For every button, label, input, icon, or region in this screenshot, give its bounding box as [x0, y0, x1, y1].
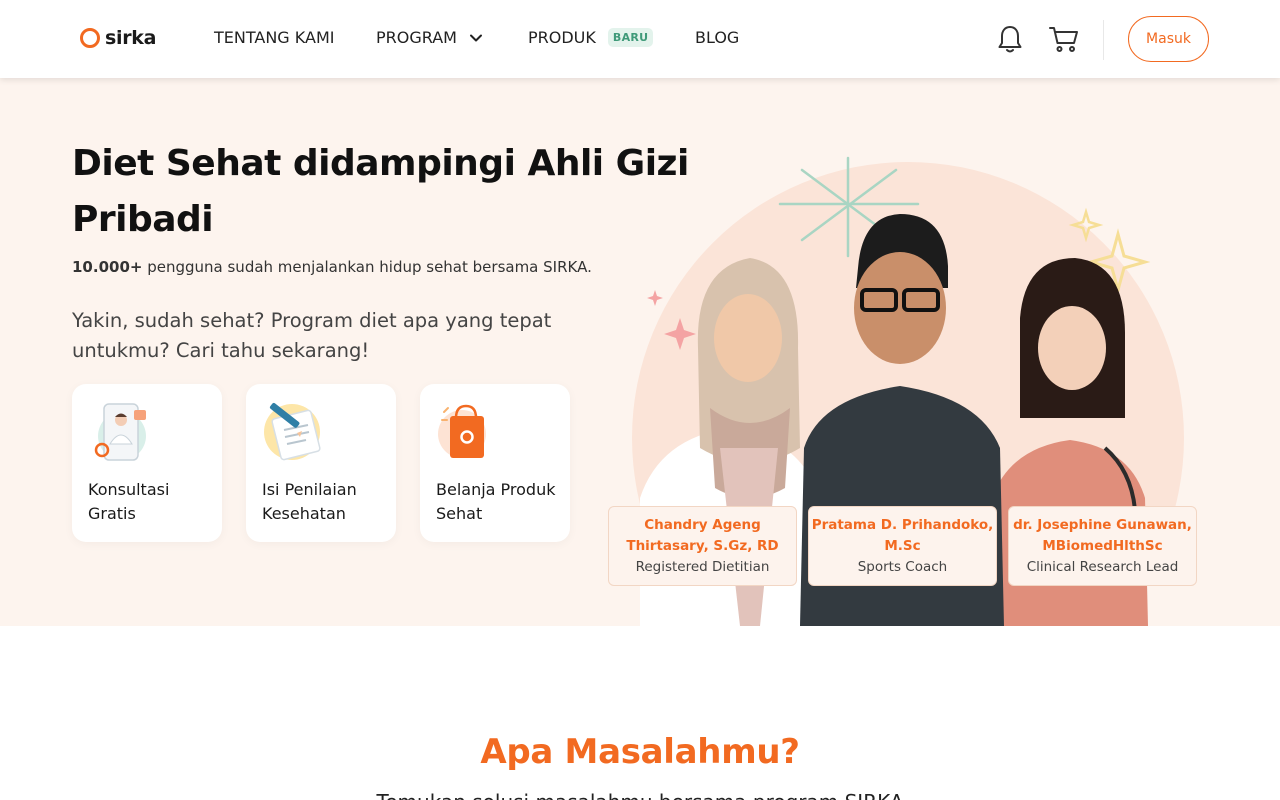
section-title: Apa Masalahmu?	[480, 732, 800, 772]
expert-role: Clinical Research Lead	[1026, 559, 1179, 575]
card-label: Belanja Produk Sehat	[436, 480, 556, 523]
nav-label: TENTANG KAMI	[214, 28, 335, 47]
expert-role: Sports Coach	[857, 559, 948, 575]
card-belanja-produk[interactable]: Belanja Produk Sehat	[420, 384, 570, 542]
card-label: Isi Penilaian Kesehatan	[262, 480, 357, 523]
expert-role: Registered Dietitian	[635, 559, 770, 575]
hero-section: Diet Sehat didampingi Ahli Gizi Pribadi …	[0, 78, 1280, 626]
hero-stat-text: pengguna sudah menjalankan hidup sehat b…	[142, 258, 592, 276]
cart-icon	[1049, 27, 1078, 52]
hero-stat: 10.000+ pengguna sudah menjalankan hidup…	[72, 258, 592, 276]
expert-card: Chandry Ageng Thirtasary, S.Gz, RD Regis…	[608, 506, 797, 586]
card-label: Konsultasi Gratis	[88, 480, 170, 523]
nav-label: PROGRAM	[376, 28, 457, 47]
site-header: sirka TENTANG KAMI PROGRAM PRODUK BARU B…	[0, 0, 1280, 78]
nav-blog[interactable]: BLOG	[695, 28, 739, 47]
chevron-down-icon	[469, 34, 482, 41]
nav-label: BLOG	[695, 28, 740, 47]
expert-card: Pratama D. Prihandoko, M.Sc Sports Coach	[808, 506, 997, 586]
sirka-logo[interactable]: sirka	[80, 27, 156, 49]
logo-text: sirka	[105, 27, 157, 49]
notification-button[interactable]	[994, 22, 1026, 56]
header-divider	[1103, 20, 1104, 60]
hero-title: Diet Sehat didampingi Ahli Gizi Pribadi	[72, 143, 689, 240]
expert-name: Pratama D. Prihandoko, M.Sc	[811, 517, 994, 554]
expert-card: dr. Josephine Gunawan, MBiomedHlthSc Cli…	[1008, 506, 1197, 586]
expert-name: Chandry Ageng Thirtasary, S.Gz, RD	[626, 517, 779, 554]
section-subtitle: Temukan solusi masalahmu bersama program…	[0, 790, 1280, 800]
nav-tentang-kami[interactable]: TENTANG KAMI	[214, 28, 334, 47]
expert-name-cards: Chandry Ageng Thirtasary, S.Gz, RD Regis…	[608, 506, 1208, 586]
clipboard-pencil-icon	[264, 402, 321, 461]
user-count: 10.000+	[72, 258, 143, 276]
new-badge: BARU	[607, 28, 654, 47]
nav-produk[interactable]: PRODUK BARU	[528, 28, 654, 47]
doctor-phone-icon	[94, 403, 146, 461]
expert-name: dr. Josephine Gunawan, MBiomedHlthSc	[1013, 517, 1192, 554]
nav-label: PRODUK	[528, 28, 596, 47]
hero-question: Yakin, sudah sehat? Program diet apa yan…	[72, 309, 552, 362]
feature-cards: Konsultasi Gratis Isi Penilaian Kesehata…	[72, 384, 594, 542]
cart-button[interactable]	[1048, 22, 1080, 56]
bell-icon	[998, 26, 1022, 53]
logo-ring-icon	[80, 28, 100, 48]
card-penilaian-kesehatan[interactable]: Isi Penilaian Kesehatan	[246, 384, 396, 542]
shopping-bag-icon	[438, 404, 486, 458]
nav-program[interactable]: PROGRAM	[376, 28, 483, 47]
login-button[interactable]: Masuk	[1128, 16, 1209, 62]
card-konsultasi-gratis[interactable]: Konsultasi Gratis	[72, 384, 222, 542]
